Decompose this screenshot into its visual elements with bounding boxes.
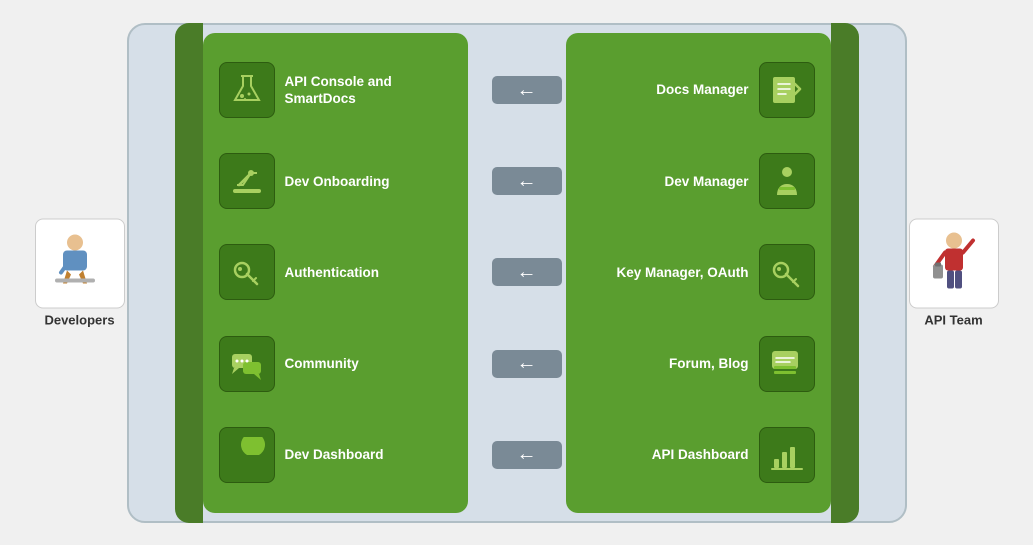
- api-team-figure: API Team: [909, 218, 999, 327]
- api-dashboard-label: API Dashboard: [582, 446, 749, 464]
- api-team-avatar: [919, 228, 989, 298]
- forum-blog-label: Forum, Blog: [582, 355, 749, 373]
- left-band: [175, 23, 203, 523]
- left-row-dev-dashboard: Dev Dashboard: [219, 427, 452, 483]
- right-row-dev-manager: Dev Manager: [582, 153, 815, 209]
- api-console-icon-box: [219, 62, 275, 118]
- forum-blog-icon-box: [759, 336, 815, 392]
- left-row-dev-onboarding: Dev Onboarding: [219, 153, 452, 209]
- developers-box: [35, 218, 125, 308]
- arrow-1: ←: [492, 76, 562, 104]
- key-icon: [229, 254, 265, 290]
- left-row-authentication: Authentication: [219, 244, 452, 300]
- dev-manager-icon-box: [759, 153, 815, 209]
- arrow-2: ←: [492, 167, 562, 195]
- api-console-label: API Console and SmartDocs: [285, 73, 452, 108]
- arrow-3: ←: [492, 258, 562, 286]
- arrow-5: ←: [492, 441, 562, 469]
- left-panel: API Console and SmartDocs Dev Onboarding: [203, 33, 468, 513]
- authentication-label: Authentication: [285, 264, 452, 282]
- authentication-icon-box: [219, 244, 275, 300]
- right-band: [831, 23, 859, 523]
- right-row-api-dashboard: API Dashboard: [582, 427, 815, 483]
- community-label: Community: [285, 355, 452, 373]
- arrow-box-2: ←: [492, 167, 562, 195]
- arrow-box-4: ←: [492, 350, 562, 378]
- bar-chart-icon: [769, 437, 805, 473]
- right-row-forum-blog: Forum, Blog: [582, 336, 815, 392]
- person-desk-icon: [769, 163, 805, 199]
- key-manager-label: Key Manager, OAuth: [582, 264, 749, 282]
- dev-manager-label: Dev Manager: [582, 173, 749, 191]
- developers-label: Developers: [44, 312, 114, 327]
- arrow-box-3: ←: [492, 258, 562, 286]
- community-icon-box: [219, 336, 275, 392]
- diagram-wrapper: API Console and SmartDocs Dev Onboarding: [27, 13, 1007, 533]
- key-manager-icon-box: [759, 244, 815, 300]
- dev-dashboard-icon-box: [219, 427, 275, 483]
- right-panel: Docs Manager Dev Manager: [566, 33, 831, 513]
- key-right-icon: [769, 254, 805, 290]
- dev-onboarding-label: Dev Onboarding: [285, 173, 452, 191]
- arrow-box-1: ←: [492, 76, 562, 104]
- developers-avatar: [45, 228, 115, 298]
- forum-icon: [769, 346, 805, 382]
- left-row-api-console: API Console and SmartDocs: [219, 62, 452, 118]
- docs-manager-label: Docs Manager: [582, 81, 749, 99]
- chat-icon: [229, 346, 265, 382]
- api-team-label: API Team: [924, 312, 982, 327]
- flask-icon: [229, 72, 265, 108]
- dev-dashboard-label: Dev Dashboard: [285, 446, 452, 464]
- api-dashboard-icon-box: [759, 427, 815, 483]
- dev-onboarding-icon-box: [219, 153, 275, 209]
- right-row-key-manager: Key Manager, OAuth: [582, 244, 815, 300]
- docs-manager-icon-box: [759, 62, 815, 118]
- left-row-community: Community: [219, 336, 452, 392]
- developers-figure: Developers: [35, 218, 125, 327]
- api-team-box: [909, 218, 999, 308]
- arrow-box-5: ←: [492, 441, 562, 469]
- pie-chart-icon: [229, 437, 265, 473]
- right-row-docs-manager: Docs Manager: [582, 62, 815, 118]
- docs-icon: [769, 72, 805, 108]
- escalator-icon: [229, 163, 265, 199]
- arrow-4: ←: [492, 350, 562, 378]
